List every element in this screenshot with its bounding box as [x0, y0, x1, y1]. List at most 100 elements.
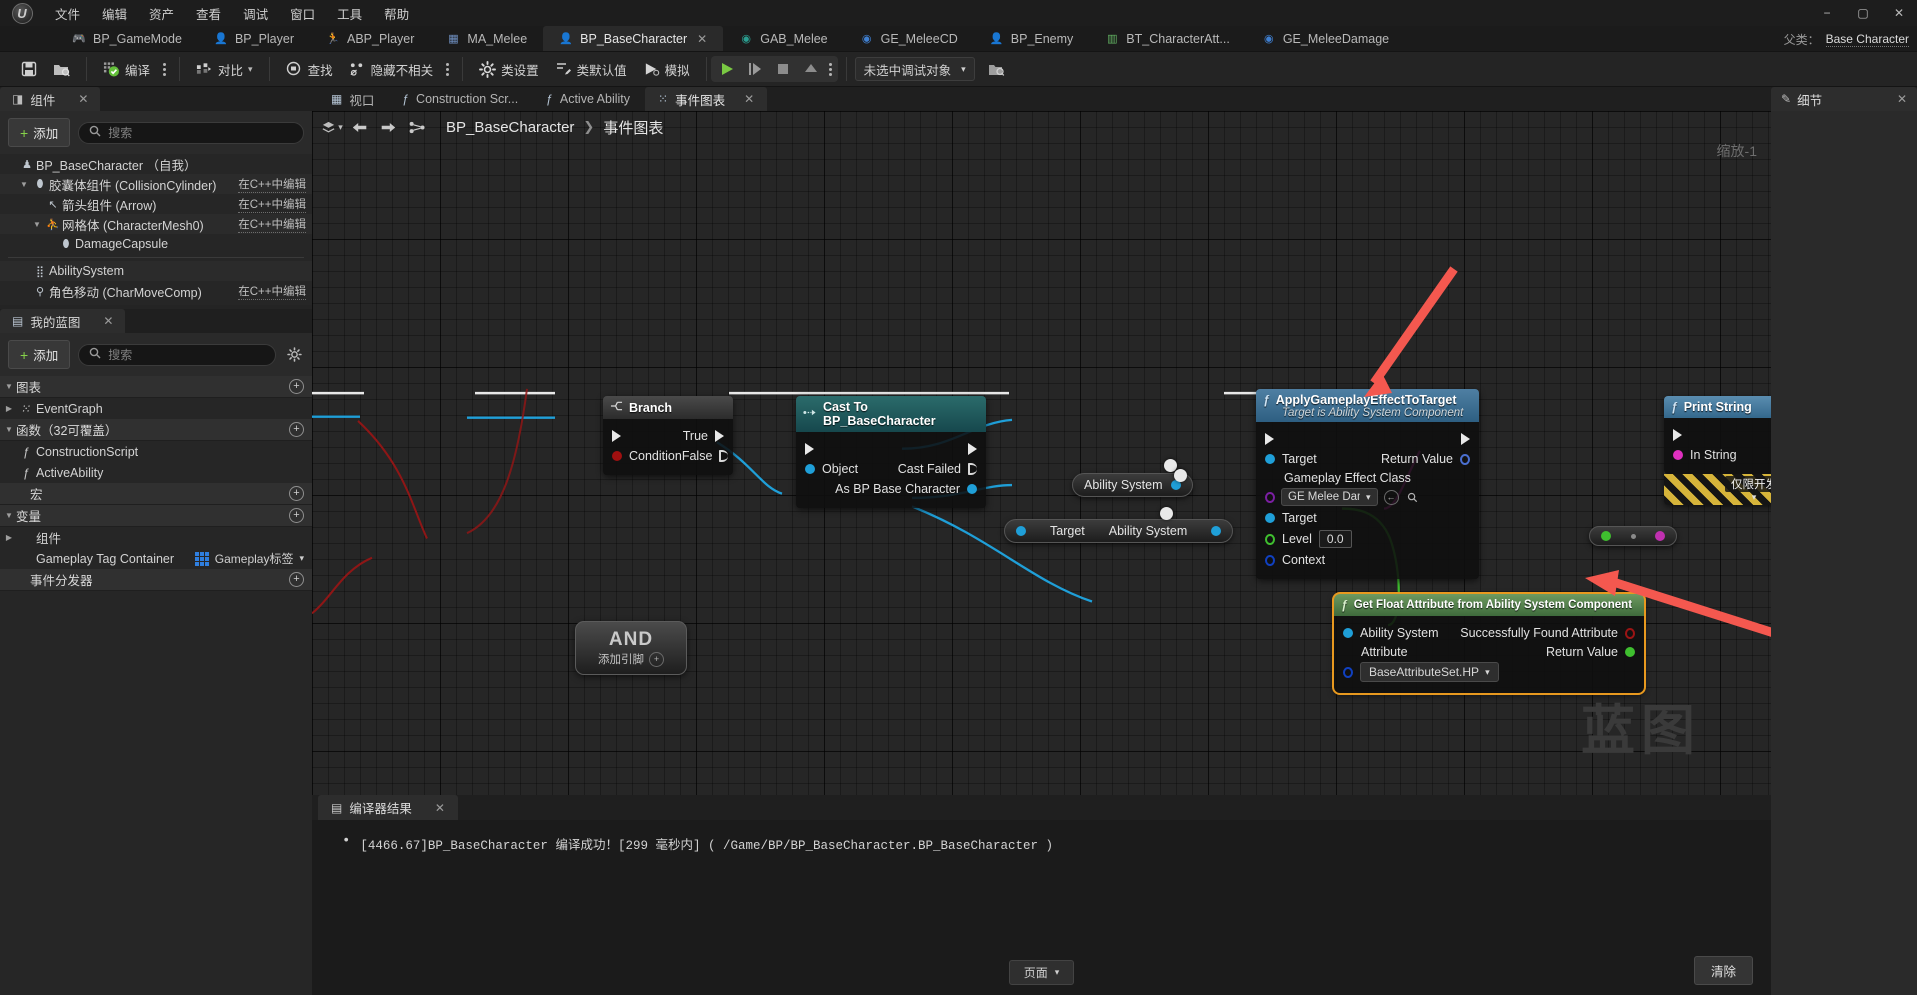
add-section-item-button[interactable]: + [289, 422, 304, 437]
play-options-kebab[interactable] [825, 58, 836, 81]
apply-effect-level-value[interactable]: 0.0 [1318, 530, 1352, 548]
cast-exec-in-pin[interactable] [805, 443, 814, 455]
diff-button[interactable]: 对比 ▾ [189, 56, 260, 83]
compile-button[interactable]: 编译 [96, 56, 157, 83]
node-branch[interactable]: Branch True Condition False [603, 396, 733, 475]
cast-exec-out-pin[interactable] [968, 443, 977, 455]
get-float-attr-attribute-pin[interactable] [1343, 666, 1353, 678]
add-section-item-button[interactable]: + [289, 508, 304, 523]
component-tree-row[interactable]: ⣿ AbilitySystem [0, 261, 312, 281]
menu-view[interactable]: 查看 [185, 1, 232, 26]
close-icon[interactable]: ✕ [697, 32, 707, 46]
add-component-button[interactable]: + 添加 [8, 118, 71, 147]
class-settings-button[interactable]: 类设置 [472, 56, 546, 83]
myblueprint-section[interactable]: 事件分发器 + [0, 569, 312, 591]
minimize-button[interactable]: − [1809, 0, 1845, 26]
node-target-ability-system[interactable]: Target Ability System [1004, 519, 1234, 543]
chevron-down-icon[interactable]: ▼ [30, 220, 44, 229]
graph-tab-[interactable]: ⁙ 事件图表 ✕ [645, 87, 768, 111]
myblueprint-section[interactable]: ▼ 函数（32可覆盖） + [0, 419, 312, 441]
component-tree-row[interactable]: ↖ 箭头组件 (Arrow) 在C++中编辑 [0, 194, 312, 214]
menu-window[interactable]: 窗口 [279, 1, 326, 26]
apply-effect-exec-out-pin[interactable] [1461, 433, 1470, 445]
asset-tab-bp_enemy[interactable]: 👤 BP_Enemy [974, 26, 1090, 51]
close-icon[interactable]: ✕ [103, 314, 113, 328]
print-string-dev-only-banner[interactable]: 仅限开发 ▾ [1664, 474, 1771, 505]
myblueprint-item[interactable]: ▶ ⁙ EventGraph [0, 398, 312, 419]
myblueprint-item[interactable]: ▶ 组件 [0, 527, 312, 548]
add-section-item-button[interactable]: + [289, 572, 304, 587]
apply-effect-target2-pin[interactable]: Target [1265, 511, 1317, 525]
graph-forward-button[interactable] [376, 116, 400, 138]
menu-file[interactable]: 文件 [44, 1, 91, 26]
search-icon[interactable] [1405, 490, 1420, 505]
myblueprint-item[interactable]: ƒ ActiveAbility [0, 462, 312, 483]
add-blueprint-item-button[interactable]: + 添加 [8, 340, 71, 369]
branch-condition-pin[interactable]: Condition [612, 449, 682, 463]
menu-edit[interactable]: 编辑 [91, 1, 138, 26]
add-section-item-button[interactable]: + [289, 486, 304, 501]
apply-effect-target-pin[interactable]: Target [1265, 452, 1317, 466]
apply-effect-exec-in-pin[interactable] [1265, 433, 1274, 445]
stop-button[interactable] [769, 56, 797, 82]
tab-myblueprint[interactable]: ▤ 我的蓝图 ✕ [0, 309, 126, 333]
chevron-right-icon[interactable]: ▶ [2, 404, 16, 413]
graph-canvas[interactable]: 蓝图 ▾ BP_BaseCharacter ❯ 事件图表 缩放-1 Branch… [312, 111, 1771, 795]
myblueprint-section[interactable]: 宏 + [0, 483, 312, 505]
components-search-input[interactable]: 搜索 [78, 121, 304, 144]
breadcrumb-leaf[interactable]: 事件图表 [603, 117, 663, 138]
parent-class-value[interactable]: Base Character [1825, 32, 1909, 47]
hide-unrelated-button[interactable]: 隐藏不相关 [342, 56, 441, 83]
find-button[interactable]: 查找 [279, 56, 340, 83]
debug-object-select[interactable]: 未选中调试对象 ▾ [854, 57, 975, 81]
close-icon[interactable]: ✕ [435, 801, 445, 815]
asset-tab-bt_characteratt[interactable]: ▥ BT_CharacterAtt... [1089, 26, 1246, 51]
myblueprint-item[interactable]: ƒ ConstructionScript [0, 441, 312, 462]
print-string-exec-in-pin[interactable] [1673, 429, 1682, 441]
tab-details[interactable]: ✎ 细节 ✕ [1771, 87, 1917, 111]
apply-effect-effect-class-pin[interactable] [1265, 491, 1275, 503]
page-selector-button[interactable]: 页面 ▾ [1008, 960, 1075, 985]
asset-tab-bp_basecharacter[interactable]: 👤 BP_BaseCharacter ✕ [543, 26, 724, 51]
target-input-pin[interactable] [1016, 526, 1026, 536]
maximize-button[interactable]: ▢ [1845, 0, 1881, 26]
asset-tab-ge_meleecd[interactable]: ◉ GE_MeleeCD [844, 26, 974, 51]
print-string-instring-pin[interactable]: In String [1673, 448, 1737, 462]
component-tree-row[interactable]: ⬮ DamageCapsule [0, 234, 312, 254]
asset-tab-ma_melee[interactable]: ▦ MA_Melee [430, 26, 543, 51]
reroute-magenta-out-pin[interactable] [1655, 531, 1665, 541]
myblueprint-section[interactable]: ▼ 图表 + [0, 376, 312, 398]
branch-false-pin[interactable]: False [682, 449, 729, 463]
compile-options-kebab[interactable] [159, 58, 170, 81]
cast-failed-pin[interactable]: Cast Failed [898, 462, 977, 476]
menu-help[interactable]: 帮助 [373, 1, 420, 26]
and-add-pin-button[interactable]: 添加引脚 + [598, 651, 664, 667]
clear-log-button[interactable]: 清除 [1693, 956, 1753, 985]
add-section-item-button[interactable]: + [289, 379, 304, 394]
hide-unrelated-options-kebab[interactable] [442, 58, 453, 81]
component-tree-row[interactable]: ▼ ⬮ 胶囊体组件 (CollisionCylinder) 在C++中编辑 [0, 174, 312, 194]
asset-tab-abp_player[interactable]: 🏃 ABP_Player [310, 26, 430, 51]
close-icon[interactable]: ✕ [78, 92, 88, 106]
graph-home-button[interactable] [404, 116, 432, 138]
graph-tab-[interactable]: ▦ 视口 [318, 87, 387, 111]
apply-effect-context-pin[interactable]: Context [1265, 553, 1325, 567]
get-float-attr-return-value-pin[interactable]: Return Value [1546, 645, 1635, 659]
simulate-button[interactable]: 模拟 [636, 56, 697, 83]
apply-effect-return-value-pin[interactable]: Return Value [1381, 452, 1470, 466]
step-button[interactable] [741, 56, 769, 82]
graph-tab-constructionscr[interactable]: ƒ Construction Scr... [389, 87, 531, 111]
get-float-attr-attribute-combo[interactable]: BaseAttributeSet.HP ▾ [1360, 662, 1499, 682]
menu-tools[interactable]: 工具 [326, 1, 373, 26]
breadcrumb-root[interactable]: BP_BaseCharacter [446, 119, 574, 136]
play-button[interactable] [713, 56, 741, 82]
branch-exec-in-pin[interactable] [612, 430, 621, 442]
unreal-logo[interactable]: U [0, 0, 44, 26]
asset-tab-gab_melee[interactable]: ◉ GAB_Melee [723, 26, 843, 51]
node-cast-to-bp-basecharacter[interactable]: Cast To BP_BaseCharacter Object Cast Fai… [796, 396, 986, 508]
eject-button[interactable] [797, 56, 825, 82]
close-window-button[interactable]: ✕ [1881, 0, 1917, 26]
apply-effect-level-pin[interactable]: Level 0.0 [1265, 530, 1352, 548]
get-float-attr-found-pin[interactable]: Successfully Found Attribute [1460, 626, 1635, 640]
node-apply-gameplay-effect-to-target[interactable]: ƒ ApplyGameplayEffectToTarget Target is … [1256, 389, 1479, 579]
